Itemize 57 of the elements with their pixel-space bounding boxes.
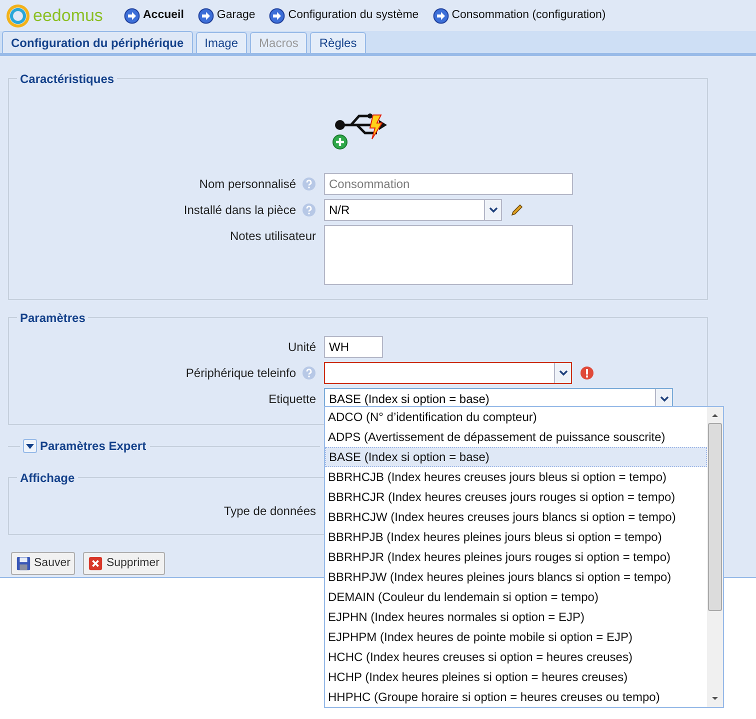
arrow-circle-icon bbox=[269, 8, 286, 24]
select-value: N/R bbox=[329, 202, 350, 219]
chevron-down-icon bbox=[660, 396, 668, 402]
field-label: Unité bbox=[288, 339, 316, 355]
expand-toggle[interactable] bbox=[23, 439, 37, 453]
error-icon bbox=[580, 366, 594, 380]
dropdown-option[interactable]: EJPHPM (Index heures de pointe mobile si option = EJP) bbox=[325, 627, 707, 647]
dropdown-option[interactable]: DEMAIN (Couleur du lendemain si option = tempo) bbox=[325, 587, 707, 607]
dropdown-option[interactable]: BBRHPJR (Index heures pleines jours rouges si option = tempo) bbox=[325, 547, 707, 567]
dropdown-option[interactable]: BBRHCJW (Index heures creuses jours blancs si option = tempo) bbox=[325, 507, 707, 527]
select-value: BASE (Index si option = base) bbox=[329, 391, 490, 408]
breadcrumb-link[interactable]: Configuration du système bbox=[269, 6, 419, 24]
dropdown-arrow-button[interactable] bbox=[484, 200, 501, 220]
dropdown-option[interactable]: EJPHN (Index heures normales si option = EJP) bbox=[325, 607, 707, 627]
scrollbar[interactable] bbox=[707, 407, 723, 707]
dropdown-option[interactable]: ADPS (Avertissement de dépassement de puissance souscrite) bbox=[325, 427, 707, 447]
dropdown-option[interactable]: HHPHC (Groupe horaire si option = heures creuses ou tempo) bbox=[325, 687, 707, 707]
logo-text: eedomus bbox=[33, 4, 103, 27]
dropdown-arrow-button[interactable] bbox=[554, 363, 571, 383]
tab[interactable]: Configuration du périphérique bbox=[2, 31, 193, 53]
chevron-down-icon bbox=[558, 370, 568, 376]
chevron-down-icon bbox=[488, 207, 498, 213]
delete-icon bbox=[88, 556, 104, 571]
field-label: Périphérique teleinfo bbox=[186, 365, 296, 381]
breadcrumb-link[interactable]: Garage bbox=[198, 6, 256, 24]
field-label: Etiquette bbox=[268, 391, 316, 407]
breadcrumb-link[interactable]: Consommation (configuration) bbox=[432, 6, 606, 24]
delete-button[interactable]: Supprimer bbox=[83, 552, 164, 575]
logo-icon bbox=[6, 4, 30, 28]
select-field[interactable]: N/R bbox=[324, 199, 502, 221]
field-label: Notes utilisateur bbox=[230, 228, 316, 244]
arrow-circle-icon bbox=[198, 8, 214, 24]
dropdown-option[interactable]: BBRHCJR (Index heures creuses jours rouges si option = tempo) bbox=[325, 487, 707, 507]
breadcrumb-link[interactable]: Accueil bbox=[124, 6, 184, 24]
scrollbar-thumb[interactable] bbox=[708, 423, 722, 611]
tab[interactable]: Règles bbox=[310, 32, 366, 53]
tab[interactable]: Image bbox=[196, 32, 248, 53]
field-label: Nom personnalisé bbox=[199, 176, 296, 192]
save-button[interactable]: Sauver bbox=[11, 552, 76, 575]
field-label: Type de données bbox=[224, 503, 316, 520]
arrow-circle-icon bbox=[432, 8, 449, 24]
field-label: Installé dans la pièce bbox=[184, 202, 296, 218]
dropdown-option[interactable]: BBRHPJB (Index heures pleines jours bleus si option = tempo) bbox=[325, 527, 707, 547]
dropdown-option[interactable]: HCHC (Index heures creuses si option = heures creuses) bbox=[325, 647, 707, 667]
pencil-icon[interactable] bbox=[510, 203, 524, 217]
text-field[interactable]: Consommation bbox=[324, 173, 573, 195]
dropdown-option[interactable]: ADCO (N° d’identification du compteur) bbox=[325, 407, 707, 427]
section-title: Paramètres Expert bbox=[40, 438, 148, 455]
dropdown-option[interactable]: HCHP (Index heures pleines si option = heures creuses) bbox=[325, 667, 707, 687]
arrow-circle-icon bbox=[124, 8, 140, 24]
dropdown-option[interactable]: BASE (Index si option = base) bbox=[325, 447, 707, 467]
triangle-down-icon bbox=[26, 444, 34, 448]
select-field[interactable] bbox=[324, 362, 572, 384]
notes-field[interactable] bbox=[324, 225, 573, 285]
dropdown-option[interactable]: BBRHPJW (Index heures pleines jours blancs si option = tempo) bbox=[325, 567, 707, 587]
dropdown-option[interactable]: BBRHCJB (Index heures creuses jours bleus si option = tempo) bbox=[325, 467, 707, 487]
text-field[interactable]: WH bbox=[324, 336, 383, 358]
